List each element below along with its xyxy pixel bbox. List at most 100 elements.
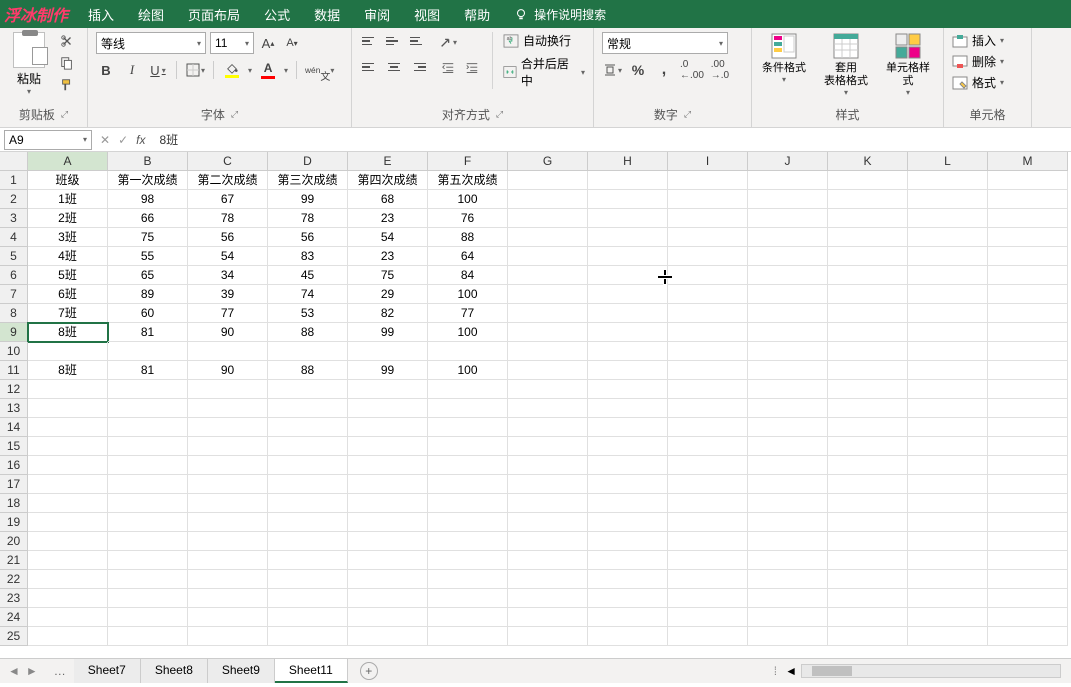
- cell[interactable]: [668, 361, 748, 380]
- select-all-corner[interactable]: [0, 152, 28, 171]
- cell[interactable]: [188, 513, 268, 532]
- cell[interactable]: [508, 247, 588, 266]
- cell[interactable]: [748, 361, 828, 380]
- copy-button[interactable]: [56, 54, 78, 72]
- decrease-indent-button[interactable]: [438, 58, 458, 78]
- cell[interactable]: 54: [188, 247, 268, 266]
- cell[interactable]: [108, 513, 188, 532]
- conditional-format-button[interactable]: 条件格式▾: [760, 32, 808, 84]
- cell[interactable]: [988, 285, 1068, 304]
- cell[interactable]: 第五次成绩: [428, 171, 508, 190]
- cell[interactable]: [828, 551, 908, 570]
- row-header[interactable]: 11: [0, 361, 28, 380]
- cell[interactable]: [988, 627, 1068, 646]
- cell[interactable]: 78: [268, 209, 348, 228]
- cell[interactable]: [988, 551, 1068, 570]
- cell[interactable]: [508, 456, 588, 475]
- merge-center-button[interactable]: 合并后居中▾: [503, 55, 585, 89]
- cell[interactable]: 第一次成绩: [108, 171, 188, 190]
- increase-font-button[interactable]: A▴: [258, 33, 278, 53]
- menu-item-绘图[interactable]: 绘图: [138, 5, 164, 24]
- cell[interactable]: [908, 285, 988, 304]
- cell[interactable]: [348, 475, 428, 494]
- cell[interactable]: [748, 589, 828, 608]
- cell[interactable]: [988, 190, 1068, 209]
- cell[interactable]: [588, 190, 668, 209]
- wrap-text-button[interactable]: ab自动换行: [503, 32, 585, 49]
- percent-button[interactable]: %: [628, 60, 648, 80]
- insert-cells-button[interactable]: 插入▾: [952, 32, 1004, 49]
- cell[interactable]: 100: [428, 361, 508, 380]
- comma-button[interactable]: ,: [654, 60, 674, 80]
- cell[interactable]: [988, 266, 1068, 285]
- cell[interactable]: [988, 228, 1068, 247]
- cell[interactable]: [268, 494, 348, 513]
- cell[interactable]: 75: [348, 266, 428, 285]
- decrease-font-button[interactable]: A▾: [282, 33, 302, 53]
- cell[interactable]: [588, 513, 668, 532]
- cell[interactable]: [508, 494, 588, 513]
- cell[interactable]: 88: [268, 361, 348, 380]
- cell[interactable]: [908, 380, 988, 399]
- row-header[interactable]: 14: [0, 418, 28, 437]
- cell[interactable]: [828, 247, 908, 266]
- cell[interactable]: [828, 171, 908, 190]
- cell[interactable]: [588, 437, 668, 456]
- cell[interactable]: [988, 247, 1068, 266]
- cell[interactable]: [188, 570, 268, 589]
- cell[interactable]: 98: [108, 190, 188, 209]
- cell[interactable]: [828, 513, 908, 532]
- cell[interactable]: [428, 437, 508, 456]
- cell[interactable]: [508, 342, 588, 361]
- row-header[interactable]: 3: [0, 209, 28, 228]
- cell[interactable]: [28, 608, 108, 627]
- cell[interactable]: 34: [188, 266, 268, 285]
- cell[interactable]: [668, 589, 748, 608]
- cell[interactable]: [428, 418, 508, 437]
- cell[interactable]: [28, 513, 108, 532]
- cell[interactable]: [668, 494, 748, 513]
- cell[interactable]: [588, 380, 668, 399]
- cell[interactable]: [988, 456, 1068, 475]
- column-header[interactable]: A: [28, 152, 108, 171]
- cell[interactable]: [268, 513, 348, 532]
- cell[interactable]: [28, 532, 108, 551]
- format-cells-button[interactable]: 格式▾: [952, 74, 1004, 91]
- cell[interactable]: [908, 399, 988, 418]
- cell[interactable]: [348, 570, 428, 589]
- cell[interactable]: [748, 627, 828, 646]
- cell[interactable]: [828, 209, 908, 228]
- column-header[interactable]: G: [508, 152, 588, 171]
- cell[interactable]: [348, 494, 428, 513]
- cell[interactable]: [588, 247, 668, 266]
- cell[interactable]: [748, 608, 828, 627]
- cell[interactable]: [28, 399, 108, 418]
- cell[interactable]: 89: [108, 285, 188, 304]
- cell[interactable]: [268, 627, 348, 646]
- cell[interactable]: [428, 589, 508, 608]
- cell[interactable]: [348, 380, 428, 399]
- accounting-format-button[interactable]: ▾: [602, 60, 622, 80]
- cell[interactable]: [108, 570, 188, 589]
- align-middle-button[interactable]: [384, 32, 404, 50]
- cell[interactable]: 3班: [28, 228, 108, 247]
- cell[interactable]: 68: [348, 190, 428, 209]
- format-painter-button[interactable]: [56, 76, 78, 94]
- cell[interactable]: [508, 532, 588, 551]
- column-header[interactable]: K: [828, 152, 908, 171]
- cell[interactable]: [668, 342, 748, 361]
- row-header[interactable]: 19: [0, 513, 28, 532]
- cell[interactable]: [988, 608, 1068, 627]
- cell[interactable]: [668, 513, 748, 532]
- cell[interactable]: [108, 380, 188, 399]
- cell[interactable]: [348, 627, 428, 646]
- cell[interactable]: [748, 380, 828, 399]
- row-header[interactable]: 2: [0, 190, 28, 209]
- cell[interactable]: [668, 608, 748, 627]
- cell[interactable]: 1班: [28, 190, 108, 209]
- cell[interactable]: [988, 171, 1068, 190]
- cell[interactable]: [908, 513, 988, 532]
- cell[interactable]: 100: [428, 323, 508, 342]
- cell[interactable]: [668, 323, 748, 342]
- align-bottom-button[interactable]: [408, 32, 428, 50]
